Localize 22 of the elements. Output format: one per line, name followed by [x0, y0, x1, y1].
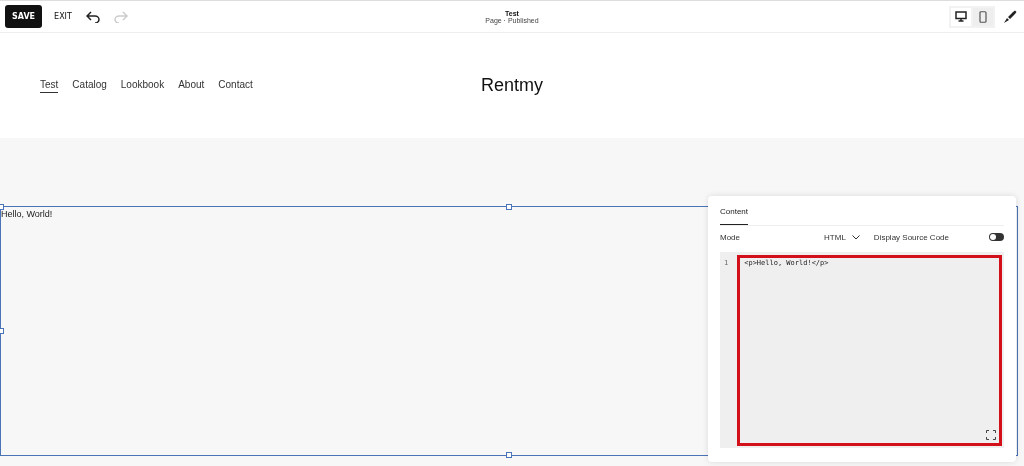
paintbrush-icon[interactable] — [1003, 9, 1017, 24]
mobile-icon[interactable] — [973, 7, 993, 26]
resize-handle[interactable] — [506, 204, 512, 210]
content-tab[interactable]: Content — [720, 196, 749, 225]
desktop-icon[interactable] — [951, 7, 971, 26]
fullscreen-icon[interactable] — [986, 430, 996, 440]
site-title[interactable]: Rentmy — [481, 75, 543, 96]
nav-link[interactable]: About — [178, 78, 205, 93]
nav-link[interactable]: Contact — [218, 78, 253, 93]
nav-link[interactable]: Test — [40, 78, 59, 93]
exit-button[interactable]: EXIT — [52, 8, 74, 25]
nav-link[interactable]: Catalog — [72, 78, 107, 93]
caret-icon — [851, 234, 860, 240]
undo-icon[interactable] — [83, 8, 102, 25]
mode-dropdown[interactable]: HTML — [820, 232, 864, 242]
mode-label: Mode — [720, 232, 740, 242]
toggle-label: Display Source Code — [873, 232, 949, 242]
resize-handle[interactable] — [506, 452, 512, 458]
source-code-toggle[interactable] — [989, 233, 1004, 241]
nav-link[interactable]: Lookbook — [120, 78, 165, 93]
save-button[interactable]: SAVE — [5, 5, 43, 28]
block-text: Hello, World! — [1, 209, 53, 219]
